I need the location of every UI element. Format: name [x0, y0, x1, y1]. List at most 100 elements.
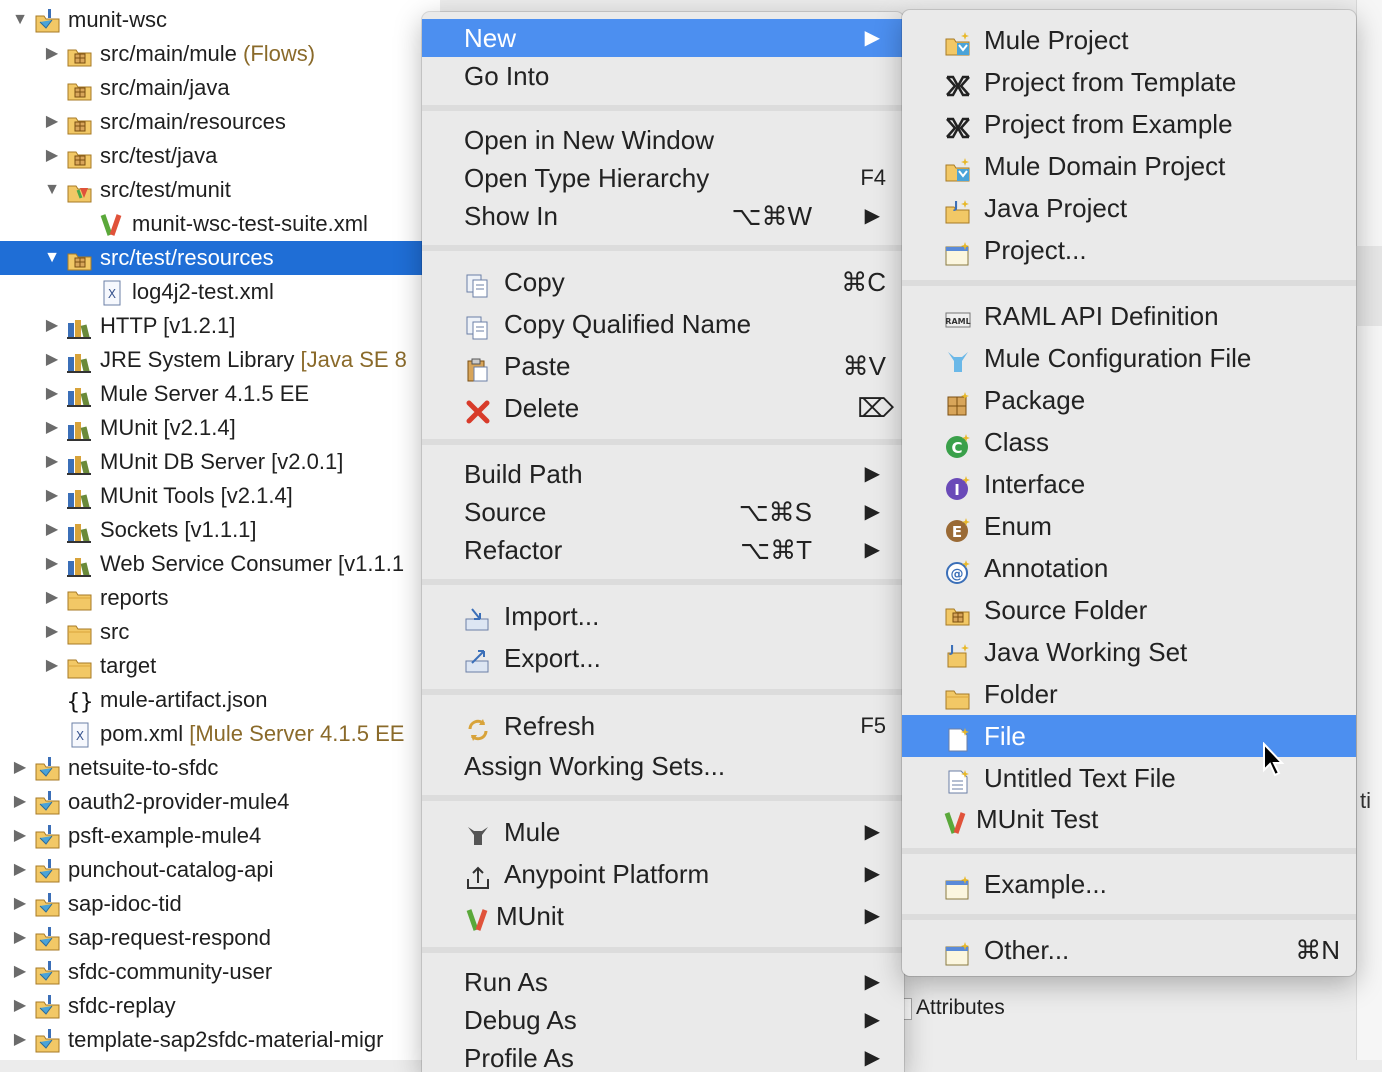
tree-row[interactable]: ▶ Web Service Consumer [v1.1.1	[0, 547, 440, 581]
tree-row[interactable]: ▶ psft-example-mule4	[0, 819, 440, 853]
tree-row[interactable]: ▶ sfdc-community-user	[0, 955, 440, 989]
menu-item-copy-qualified-name[interactable]: Copy Qualified Name	[422, 303, 904, 345]
expand-twisty-icon[interactable]: ▶	[42, 377, 62, 411]
collapse-twisty-icon[interactable]: ▼	[42, 241, 62, 275]
tree-row[interactable]: Xlog4j2-test.xml	[0, 275, 440, 309]
tree-row[interactable]: ▶ Mule Server 4.1.5 EE	[0, 377, 440, 411]
menu-item-munit[interactable]: MUnit ▶	[422, 895, 904, 937]
menu-item-source[interactable]: Source ⌥⌘S ▶	[422, 493, 904, 531]
tree-row[interactable]: ▼ src/test/munit	[0, 173, 440, 207]
tree-row[interactable]: ▶ oauth2-provider-mule4	[0, 785, 440, 819]
expand-twisty-icon[interactable]: ▶	[42, 479, 62, 513]
tree-row[interactable]: ▶ JRE System Library [Java SE 8	[0, 343, 440, 377]
expand-twisty-icon[interactable]: ▶	[42, 411, 62, 445]
menu-item-go-into[interactable]: Go Into	[422, 57, 904, 95]
tree-row[interactable]: ▶ src/test/java	[0, 139, 440, 173]
new-menu-item-project-from-template[interactable]: Project from Template	[902, 61, 1356, 103]
expand-twisty-icon[interactable]: ▶	[10, 1023, 30, 1057]
menu-item-copy[interactable]: Copy ⌘C	[422, 261, 904, 303]
tree-row[interactable]: ▶ HTTP [v1.2.1]	[0, 309, 440, 343]
menu-item-anypoint-platform[interactable]: Anypoint Platform ▶	[422, 853, 904, 895]
expand-twisty-icon[interactable]: ▶	[10, 819, 30, 853]
new-menu-item-munit-test[interactable]: MUnit Test	[902, 799, 1356, 839]
tree-row[interactable]: {} mule-artifact.json	[0, 683, 440, 717]
expand-twisty-icon[interactable]: ▶	[42, 343, 62, 377]
tree-row[interactable]: munit-wsc-test-suite.xml	[0, 207, 440, 241]
tree-row[interactable]: ▶ Sockets [v1.1.1]	[0, 513, 440, 547]
menu-item-open-type-hierarchy[interactable]: Open Type Hierarchy F4	[422, 159, 904, 197]
tree-row[interactable]: ▶ MUnit [v2.1.4]	[0, 411, 440, 445]
collapse-twisty-icon[interactable]: ▼	[10, 3, 30, 37]
expand-twisty-icon[interactable]: ▶	[42, 309, 62, 343]
tree-row[interactable]: ▶ reports	[0, 581, 440, 615]
menu-item-paste[interactable]: Paste ⌘V	[422, 345, 904, 387]
menu-item-refactor[interactable]: Refactor ⌥⌘T ▶	[422, 531, 904, 569]
tree-row[interactable]: ▶ MUnit DB Server [v2.0.1]	[0, 445, 440, 479]
tree-row[interactable]: ▶ netsuite-to-sfdc	[0, 751, 440, 785]
collapse-twisty-icon[interactable]: ▼	[42, 173, 62, 207]
expand-twisty-icon[interactable]: ▶	[42, 581, 62, 615]
new-menu-item-mule-domain-project[interactable]: Mule Domain Project	[902, 145, 1356, 187]
expand-twisty-icon[interactable]: ▶	[42, 615, 62, 649]
menu-item-profile-as[interactable]: Profile As ▶	[422, 1039, 904, 1072]
expand-twisty-icon[interactable]: ▶	[42, 547, 62, 581]
new-menu-item-untitled-text-file[interactable]: Untitled Text File	[902, 757, 1356, 799]
menu-item-build-path[interactable]: Build Path ▶	[422, 455, 904, 493]
menu-item-export[interactable]: Export...	[422, 637, 904, 679]
new-menu-item-java-working-set[interactable]: J Java Working Set	[902, 631, 1356, 673]
new-menu-item-source-folder[interactable]: Source Folder	[902, 589, 1356, 631]
expand-twisty-icon[interactable]: ▶	[10, 853, 30, 887]
new-menu-item-folder[interactable]: Folder	[902, 673, 1356, 715]
menu-item-delete[interactable]: Delete ⌦	[422, 387, 904, 429]
new-menu-item-project-from-example[interactable]: Project from Example	[902, 103, 1356, 145]
expand-twisty-icon[interactable]: ▶	[10, 921, 30, 955]
new-menu-item-example[interactable]: Example...	[902, 863, 1356, 905]
menu-item-mule[interactable]: Mule ▶	[422, 811, 904, 853]
menu-item-run-as[interactable]: Run As ▶	[422, 963, 904, 1001]
new-menu-item-package[interactable]: Package	[902, 379, 1356, 421]
expand-twisty-icon[interactable]: ▶	[10, 955, 30, 989]
expand-twisty-icon[interactable]: ▶	[42, 37, 62, 71]
tree-row[interactable]: ▶ template-sap2sfdc-material-migr	[0, 1023, 440, 1057]
tree-row[interactable]: ▶ sap-request-respond	[0, 921, 440, 955]
new-menu-item-interface[interactable]: I Interface	[902, 463, 1356, 505]
new-menu-item-project[interactable]: Project...	[902, 229, 1356, 271]
project-explorer-tree[interactable]: ▼ munit-wsc ▶ src/main/mule (Flows) src/main…	[0, 0, 440, 1060]
menu-item-new[interactable]: New ▶	[422, 19, 904, 57]
menu-item-open-in-new-window[interactable]: Open in New Window	[422, 121, 904, 159]
tree-row[interactable]: ▶ sap-idoc-tid	[0, 887, 440, 921]
menu-item-debug-as[interactable]: Debug As ▶	[422, 1001, 904, 1039]
menu-item-import[interactable]: Import...	[422, 595, 904, 637]
tree-row[interactable]: ▶ src	[0, 615, 440, 649]
new-menu-item-annotation[interactable]: @ Annotation	[902, 547, 1356, 589]
new-menu-item-enum[interactable]: E Enum	[902, 505, 1356, 547]
tree-row[interactable]: ▼ src/test/resources	[0, 241, 440, 275]
new-menu-item-raml-api-definition[interactable]: RAML RAML API Definition	[902, 295, 1356, 337]
expand-twisty-icon[interactable]: ▶	[42, 445, 62, 479]
tree-row[interactable]: src/main/java	[0, 71, 440, 105]
expand-twisty-icon[interactable]: ▶	[10, 989, 30, 1023]
menu-item-show-in[interactable]: Show In ⌥⌘W ▶	[422, 197, 904, 235]
tree-row[interactable]: ▶ punchout-catalog-api	[0, 853, 440, 887]
tree-row[interactable]: ▶ src/main/mule (Flows)	[0, 37, 440, 71]
new-menu-item-mule-project[interactable]: Mule Project	[902, 19, 1356, 61]
expand-twisty-icon[interactable]: ▶	[42, 649, 62, 683]
menu-item-refresh[interactable]: Refresh F5	[422, 705, 904, 747]
expand-twisty-icon[interactable]: ▶	[10, 887, 30, 921]
new-menu-item-class[interactable]: C Class	[902, 421, 1356, 463]
tree-row[interactable]: ▼ munit-wsc	[0, 3, 440, 37]
new-menu-item-other[interactable]: Other... ⌘N	[902, 929, 1356, 971]
new-menu-item-java-project[interactable]: J Java Project	[902, 187, 1356, 229]
tree-row[interactable]: ▶ MUnit Tools [v2.1.4]	[0, 479, 440, 513]
tree-row[interactable]: ▶ src/main/resources	[0, 105, 440, 139]
new-menu-item-mule-configuration-file[interactable]: Mule Configuration File	[902, 337, 1356, 379]
expand-twisty-icon[interactable]: ▶	[42, 139, 62, 173]
expand-twisty-icon[interactable]: ▶	[10, 751, 30, 785]
tree-row[interactable]: ▶ target	[0, 649, 440, 683]
expand-twisty-icon[interactable]: ▶	[42, 513, 62, 547]
tree-row[interactable]: ▶ sfdc-replay	[0, 989, 440, 1023]
menu-item-assign-working-sets[interactable]: Assign Working Sets...	[422, 747, 904, 785]
expand-twisty-icon[interactable]: ▶	[10, 785, 30, 819]
tree-row[interactable]: Xpom.xml [Mule Server 4.1.5 EE	[0, 717, 440, 751]
new-menu-item-file[interactable]: File	[902, 715, 1356, 757]
